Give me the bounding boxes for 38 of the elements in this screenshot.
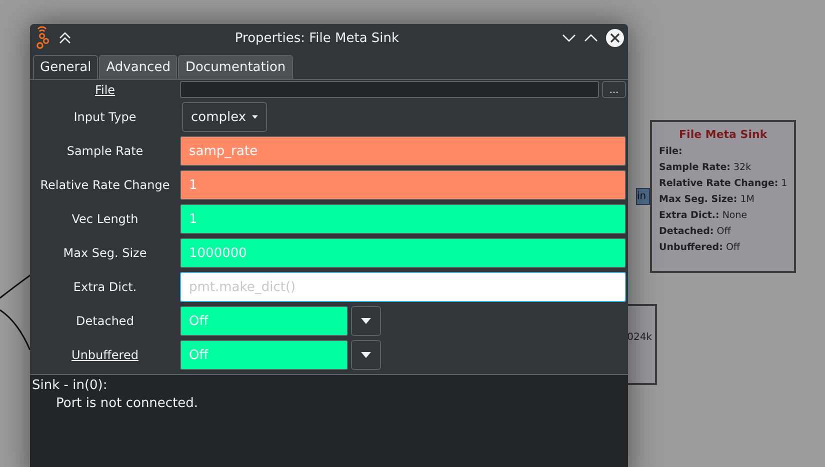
caret-icon [361, 352, 371, 358]
window-title: Properties: File Meta Sink [234, 30, 400, 46]
block-param: File: [659, 145, 682, 159]
field-label: Relative Rate Change [40, 178, 170, 192]
field-label: File [94, 82, 116, 96]
keep-above-icon[interactable] [58, 32, 72, 44]
field-label: Input Type [74, 110, 136, 124]
browse-button[interactable]: ... [602, 81, 626, 98]
close-icon[interactable] [606, 29, 624, 47]
field-label: Sample Rate [66, 144, 144, 158]
field-label: Max Seg. Size [63, 246, 147, 260]
maximize-icon[interactable] [584, 34, 598, 42]
block-param: Relative Rate Change: 1 [659, 177, 788, 191]
field-label: Detached [76, 314, 134, 328]
port[interactable]: in [636, 188, 650, 205]
caret-icon [361, 318, 371, 324]
block-param: Sample Rate: 32k [659, 161, 752, 175]
block-title: File Meta Sink [678, 128, 768, 141]
app-logo-icon [36, 26, 50, 50]
tab[interactable]: Advanced [99, 55, 178, 79]
type-dropdown[interactable]: complex [182, 102, 267, 132]
input-field[interactable] [180, 81, 599, 98]
field-label: Unbuffered [72, 348, 138, 362]
caret-icon [252, 114, 258, 120]
tab[interactable]: General [33, 55, 98, 79]
minimize-icon[interactable] [562, 34, 576, 42]
field-label: Vec Length [72, 212, 138, 226]
block-param: Unbuffered: Off [659, 241, 740, 255]
block-param: Detached: Off [659, 225, 731, 239]
tab[interactable]: Documentation [178, 55, 293, 79]
dropdown-button[interactable] [351, 340, 381, 370]
block-param: Extra Dict.: None [659, 209, 748, 223]
block-param: Max Seg. Size: 1M [659, 193, 754, 207]
field-label: Extra Dict. [73, 280, 137, 294]
dropdown-button[interactable] [351, 306, 381, 336]
block-node[interactable]: File Meta Sink File: Sample Rate: 32k Relative Rate Change: 1 Max Seg. Size: 1M Extra Dict.: None Detached: Off Unbuffered: Off [650, 120, 796, 273]
message-text: Port is not connected. [55, 396, 200, 411]
message-heading: Sink - in(0): [32, 378, 108, 393]
